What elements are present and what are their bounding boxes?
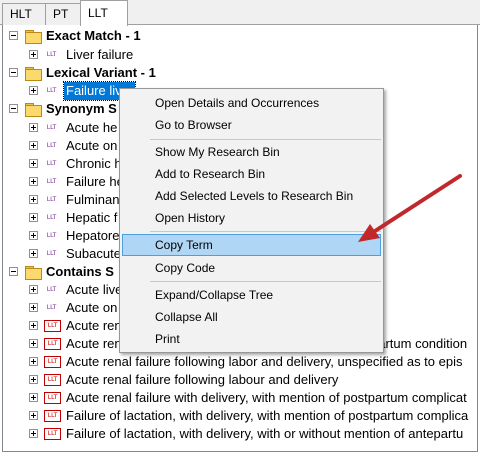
tree-item-label: Acute renal failure with delivery, with …: [66, 390, 467, 405]
expand-icon[interactable]: [29, 429, 38, 438]
llt-red-icon: LLT: [44, 338, 61, 350]
llt-icon: LLT: [46, 196, 57, 203]
collapse-icon[interactable]: [9, 68, 18, 77]
group-label: Exact Match - 1: [46, 28, 141, 43]
tree-item-label: Acute on: [66, 300, 118, 315]
expand-icon[interactable]: [29, 177, 38, 186]
expand-icon[interactable]: [29, 411, 38, 420]
tree-item-label: Failure of lactation, with delivery, wit…: [66, 408, 469, 423]
tree-item-label: Acute live: [66, 282, 123, 297]
tree-item-label: Failure he: [66, 174, 124, 189]
expand-icon[interactable]: [29, 285, 38, 294]
group-lexical-variant[interactable]: Lexical Variant - 1: [3, 64, 473, 82]
expand-icon[interactable]: [29, 123, 38, 132]
llt-icon: LLT: [46, 214, 57, 221]
llt-icon: LLT: [46, 51, 57, 58]
llt-icon: LLT: [46, 232, 57, 239]
expand-icon[interactable]: [29, 393, 38, 402]
llt-icon: LLT: [46, 142, 57, 149]
menu-print[interactable]: Print: [122, 328, 381, 350]
tree-item[interactable]: LLT Acute renal failure following labor a…: [3, 353, 477, 371]
folder-icon: [25, 30, 42, 44]
context-menu: Open Details and Occurrences Go to Brows…: [119, 88, 384, 353]
tree-item-label: Failure of lactation, with delivery, wit…: [66, 426, 464, 441]
llt-icon: LLT: [46, 124, 57, 131]
expand-icon[interactable]: [29, 249, 38, 258]
tree-item-label: Fulminan: [66, 192, 120, 207]
menu-add-selected-levels[interactable]: Add Selected Levels to Research Bin: [122, 185, 381, 207]
llt-red-icon: LLT: [44, 392, 61, 404]
llt-icon: LLT: [46, 160, 57, 167]
group-label: Synonym S: [46, 101, 117, 116]
tab-bar: HLT PT LLT: [0, 0, 480, 26]
tree-item-label: Acute on: [66, 138, 118, 153]
menu-separator: [150, 281, 381, 282]
tree-item-label: Acute renal failure following labor and …: [66, 354, 463, 369]
group-exact-match[interactable]: Exact Match - 1: [3, 27, 473, 45]
tree-item[interactable]: LLT Failure of lactation, with delivery, …: [3, 407, 477, 425]
collapse-icon[interactable]: [9, 31, 18, 40]
expand-icon[interactable]: [29, 231, 38, 240]
llt-red-icon: LLT: [44, 374, 61, 386]
tree-item-label: Acute renal failure following labour and…: [66, 372, 339, 387]
menu-copy-code[interactable]: Copy Code: [122, 257, 381, 279]
tab-pt[interactable]: PT: [45, 3, 81, 25]
expand-icon[interactable]: [29, 141, 38, 150]
collapse-icon[interactable]: [9, 267, 18, 276]
tab-hlt[interactable]: HLT: [2, 3, 46, 25]
llt-red-icon: LLT: [44, 320, 61, 332]
llt-red-icon: LLT: [44, 410, 61, 422]
tree-item-label: Liver failure: [66, 47, 134, 62]
llt-icon: LLT: [46, 304, 57, 311]
tree-item-label: Acute he: [66, 120, 118, 135]
menu-show-research-bin[interactable]: Show My Research Bin: [122, 141, 381, 163]
menu-separator: [150, 139, 381, 140]
expand-icon[interactable]: [29, 375, 38, 384]
llt-icon: LLT: [46, 286, 57, 293]
menu-add-to-research-bin[interactable]: Add to Research Bin: [122, 163, 381, 185]
tree-item-label: Acute ren: [66, 318, 122, 333]
menu-open-history[interactable]: Open History: [122, 207, 381, 229]
tree-item[interactable]: LLT Liver failure: [3, 46, 473, 64]
expand-icon[interactable]: [29, 213, 38, 222]
expand-icon[interactable]: [29, 339, 38, 348]
expand-icon[interactable]: [29, 86, 38, 95]
expand-icon[interactable]: [29, 50, 38, 59]
menu-collapse-all[interactable]: Collapse All: [122, 306, 381, 328]
tree-item-label: Hepatic f: [66, 210, 118, 225]
tree-item[interactable]: LLT Acute renal failure with delivery, wi…: [3, 389, 477, 407]
folder-icon: [25, 266, 42, 280]
tree-item-label: Subacute: [66, 246, 121, 261]
llt-red-icon: LLT: [44, 428, 61, 440]
folder-icon: [25, 67, 42, 81]
expand-icon[interactable]: [29, 357, 38, 366]
expand-icon[interactable]: [29, 303, 38, 312]
tree-item-label-tail: partum condition: [371, 336, 468, 351]
tree-item-label: Hepatore: [66, 228, 120, 243]
menu-expand-collapse-tree[interactable]: Expand/Collapse Tree: [122, 284, 381, 306]
llt-icon: LLT: [46, 87, 57, 94]
menu-open-details[interactable]: Open Details and Occurrences: [122, 92, 381, 114]
llt-red-icon: LLT: [44, 356, 61, 368]
menu-copy-term[interactable]: Copy Term: [122, 234, 381, 256]
collapse-icon[interactable]: [9, 104, 18, 113]
menu-separator: [150, 231, 381, 232]
group-label: Contains S: [46, 264, 114, 279]
llt-icon: LLT: [46, 250, 57, 257]
tree-item[interactable]: LLT Failure of lactation, with delivery, …: [3, 425, 477, 443]
llt-icon: LLT: [46, 178, 57, 185]
tree-item-label: Acute ren: [66, 336, 122, 351]
expand-icon[interactable]: [29, 321, 38, 330]
group-label: Lexical Variant - 1: [46, 65, 156, 80]
tab-llt[interactable]: LLT: [80, 0, 128, 26]
annotation-arrow-icon: [358, 174, 462, 242]
menu-go-to-browser[interactable]: Go to Browser: [122, 114, 381, 136]
tree-item-label: Chronic h: [66, 156, 122, 171]
tree-item[interactable]: LLT Acute renal failure following labour …: [3, 371, 477, 389]
expand-icon[interactable]: [29, 159, 38, 168]
folder-icon: [25, 103, 42, 117]
expand-icon[interactable]: [29, 195, 38, 204]
